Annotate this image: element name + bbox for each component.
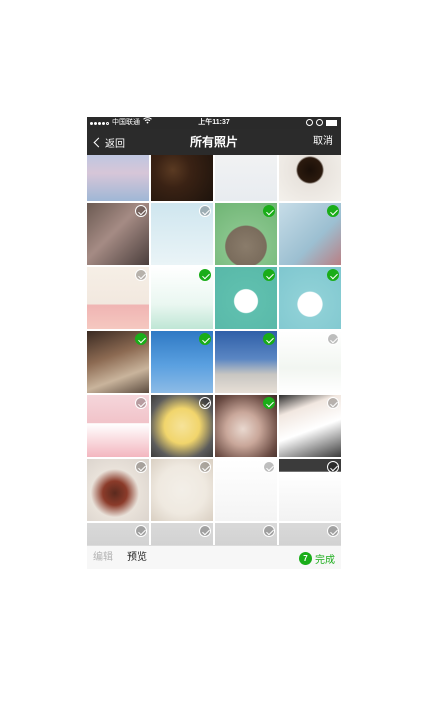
unchecked-circle-icon[interactable] — [135, 525, 147, 537]
edit-button[interactable]: 编辑 — [93, 546, 113, 569]
photo-grid — [87, 155, 341, 545]
unchecked-circle-icon[interactable] — [327, 397, 339, 409]
photo-thumbnail[interactable] — [215, 267, 277, 329]
unchecked-circle-icon[interactable] — [327, 461, 339, 473]
photo-thumbnail[interactable] — [215, 331, 277, 393]
phone-screen: 中国联通 上午11:37 返回 所有照片 取消 编辑 预览 7 完成 — [87, 117, 341, 569]
checked-circle-icon[interactable] — [199, 269, 211, 281]
photo-thumbnail[interactable] — [151, 395, 213, 457]
photo-thumbnail[interactable] — [279, 395, 341, 457]
rotation-lock-icon — [306, 119, 313, 126]
photo-thumbnail[interactable] — [87, 395, 149, 457]
unchecked-circle-icon[interactable] — [135, 397, 147, 409]
battery-icon — [326, 119, 337, 126]
photo-thumbnail[interactable] — [151, 155, 213, 201]
photo-thumbnail[interactable] — [151, 331, 213, 393]
photo-thumbnail[interactable] — [151, 459, 213, 521]
photo-thumbnail[interactable] — [215, 395, 277, 457]
photo-thumbnail[interactable] — [151, 267, 213, 329]
photo-thumbnail[interactable] — [151, 523, 213, 545]
photo-thumbnail[interactable] — [87, 203, 149, 265]
preview-button[interactable]: 预览 — [127, 546, 147, 569]
unchecked-circle-icon[interactable] — [199, 397, 211, 409]
unchecked-circle-icon[interactable] — [199, 205, 211, 217]
checked-circle-icon[interactable] — [135, 333, 147, 345]
selected-count-badge: 7 — [299, 551, 312, 565]
checked-circle-icon[interactable] — [199, 333, 211, 345]
unchecked-circle-icon[interactable] — [135, 269, 147, 281]
unchecked-circle-icon[interactable] — [135, 205, 147, 217]
checked-circle-icon[interactable] — [327, 205, 339, 217]
unchecked-circle-icon[interactable] — [135, 461, 147, 473]
unchecked-circle-icon[interactable] — [327, 333, 339, 345]
photo-thumbnail[interactable] — [87, 331, 149, 393]
photo-thumbnail[interactable] — [279, 523, 341, 545]
photo-thumbnail[interactable] — [279, 155, 341, 201]
photo-thumbnail[interactable] — [87, 267, 149, 329]
status-time: 上午11:37 — [198, 119, 230, 126]
status-bar: 中国联通 上午11:37 — [87, 117, 341, 129]
photo-thumbnail[interactable] — [87, 459, 149, 521]
bottom-toolbar: 编辑 预览 7 完成 — [87, 545, 341, 569]
photo-thumbnail[interactable] — [279, 459, 341, 521]
page-title: 所有照片 — [189, 135, 238, 149]
photo-thumbnail[interactable] — [87, 155, 149, 201]
done-button[interactable]: 7 完成 — [299, 546, 335, 569]
photo-thumbnail[interactable] — [279, 331, 341, 393]
photo-thumbnail[interactable] — [87, 523, 149, 545]
done-label: 完成 — [315, 554, 335, 566]
photo-thumbnail[interactable] — [279, 203, 341, 265]
alarm-icon — [316, 119, 323, 126]
photo-thumbnail[interactable] — [215, 155, 277, 201]
cancel-button[interactable]: 取消 — [313, 129, 333, 155]
status-right — [306, 119, 337, 126]
unchecked-circle-icon[interactable] — [327, 525, 339, 537]
checked-circle-icon[interactable] — [263, 397, 275, 409]
nav-bar: 返回 所有照片 取消 — [87, 129, 341, 155]
photo-thumbnail[interactable] — [215, 459, 277, 521]
photo-thumbnail[interactable] — [215, 523, 277, 545]
unchecked-circle-icon[interactable] — [199, 525, 211, 537]
photo-thumbnail[interactable] — [279, 267, 341, 329]
unchecked-circle-icon[interactable] — [199, 461, 211, 473]
unchecked-circle-icon[interactable] — [263, 525, 275, 537]
unchecked-circle-icon[interactable] — [263, 461, 275, 473]
checked-circle-icon[interactable] — [263, 333, 275, 345]
checked-circle-icon[interactable] — [263, 269, 275, 281]
photo-thumbnail[interactable] — [215, 203, 277, 265]
photo-thumbnail[interactable] — [151, 203, 213, 265]
checked-circle-icon[interactable] — [263, 205, 275, 217]
checked-circle-icon[interactable] — [327, 269, 339, 281]
